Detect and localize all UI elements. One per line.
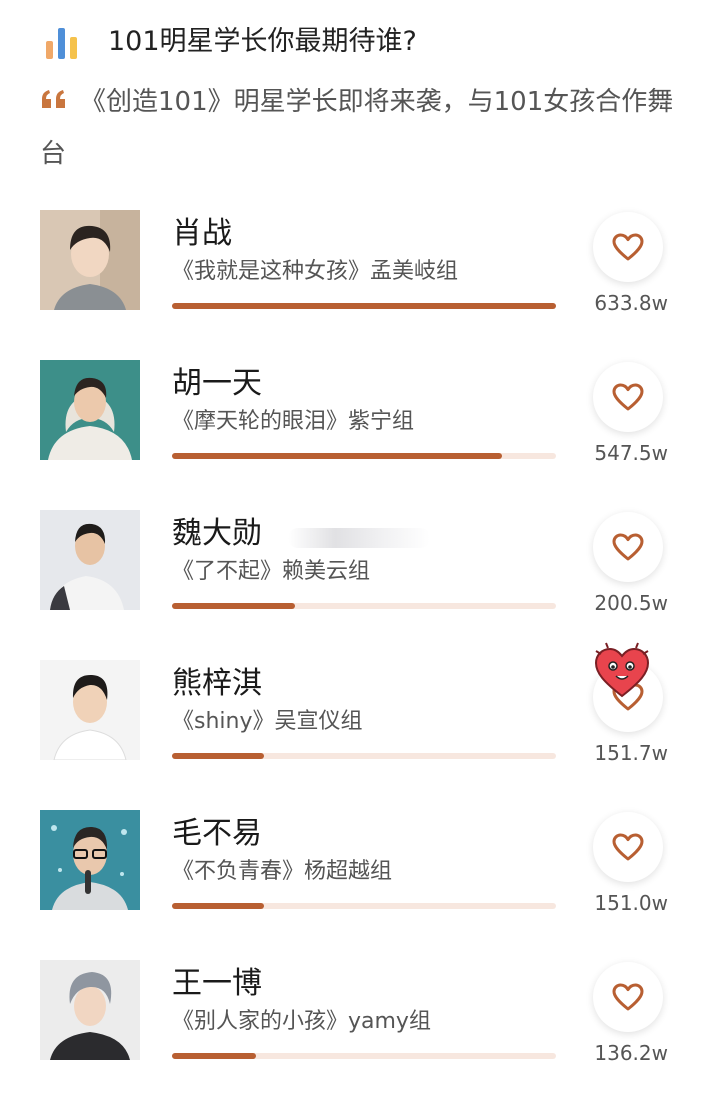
vote-progress-bar: [172, 603, 556, 609]
avatar: [40, 660, 140, 760]
bar-chart-icon: [46, 28, 77, 59]
blurred-mark: [288, 528, 430, 548]
like-button[interactable]: [593, 962, 663, 1032]
candidate-song: 《不负青春》杨超越组: [172, 859, 393, 884]
vote-count: 200.5w: [594, 591, 668, 615]
candidate-song: 《了不起》赖美云组: [172, 559, 371, 584]
candidate-song: 《别人家的小孩》yamy组: [172, 1009, 431, 1034]
candidate-row: 王一博 《别人家的小孩》yamy组 136.2w: [0, 960, 719, 1110]
candidate-row: 魏大勋 《了不起》赖美云组 200.5w: [0, 510, 719, 660]
vote-progress-bar: [172, 303, 556, 309]
vote-progress-fill: [172, 453, 503, 459]
candidate-name: 魏大勋: [172, 516, 262, 551]
candidate-row: 毛不易 《不负青春》杨超越组 151.0w: [0, 810, 719, 960]
avatar: [40, 510, 140, 610]
poll-header: 101明星学长你最期待谁? 《创造101》明星学长即将来袭，与101女孩合作舞台: [0, 0, 719, 200]
heart-icon: [612, 833, 644, 861]
candidate-song: 《摩天轮的眼泪》紫宁组: [172, 409, 415, 434]
candidate-song: 《shiny》吴宣仪组: [172, 709, 363, 734]
avatar: [40, 210, 140, 310]
candidate-name: 肖战: [172, 216, 232, 251]
vote-progress-bar: [172, 1053, 556, 1059]
vote-count: 547.5w: [594, 441, 668, 465]
poll-title: 101明星学长你最期待谁?: [108, 26, 417, 57]
avatar: [40, 960, 140, 1060]
vote-progress-bar: [172, 903, 556, 909]
vote-count: 151.0w: [594, 891, 668, 915]
like-button[interactable]: [593, 212, 663, 282]
like-button[interactable]: [593, 812, 663, 882]
vote-count: 151.7w: [594, 741, 668, 765]
like-button[interactable]: [593, 512, 663, 582]
candidate-name: 王一博: [172, 966, 262, 1001]
poll-description: 《创造101》明星学长即将来袭，与101女孩合作舞台: [40, 87, 674, 169]
candidate-row: 肖战 《我就是这种女孩》孟美岐组 633.8w: [0, 210, 719, 360]
vote-progress-fill: [172, 903, 265, 909]
heart-icon: [612, 233, 644, 261]
heart-sticker-icon: [594, 642, 650, 698]
vote-progress-bar: [172, 753, 556, 759]
vote-progress-fill: [172, 1053, 257, 1059]
candidate-row: 熊梓淇 《shiny》吴宣仪组 151.7w: [0, 642, 719, 810]
like-button[interactable]: [593, 362, 663, 432]
vote-count: 633.8w: [594, 291, 668, 315]
avatar: [40, 810, 140, 910]
candidate-row: 胡一天 《摩天轮的眼泪》紫宁组 547.5w: [0, 360, 719, 510]
vote-progress-fill: [172, 753, 265, 759]
vote-progress-fill: [172, 303, 556, 309]
candidate-song: 《我就是这种女孩》孟美岐组: [172, 259, 459, 284]
vote-progress-fill: [172, 603, 295, 609]
candidate-name: 熊梓淇: [172, 666, 262, 701]
candidate-name: 毛不易: [172, 816, 262, 851]
heart-icon: [612, 533, 644, 561]
vote-count: 136.2w: [594, 1041, 668, 1065]
heart-icon: [612, 983, 644, 1011]
avatar: [40, 360, 140, 460]
heart-icon: [612, 383, 644, 411]
candidate-name: 胡一天: [172, 366, 262, 401]
vote-progress-bar: [172, 453, 556, 459]
